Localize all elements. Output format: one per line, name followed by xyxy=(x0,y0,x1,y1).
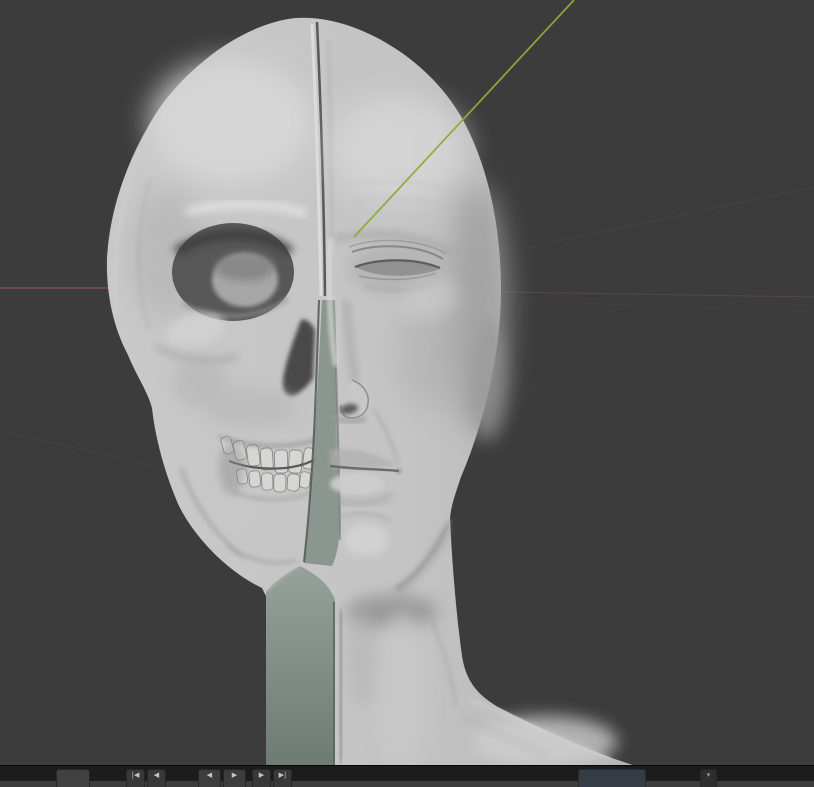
viewport-3d[interactable] xyxy=(0,0,814,765)
play-button[interactable]: ▶ xyxy=(223,769,246,787)
timeline-header: |◀ ◀ ◀ ▶ ▶ ▶| ▾ xyxy=(0,765,814,787)
previous-keyframe-button[interactable]: ◀ xyxy=(147,769,166,787)
next-keyframe-button[interactable]: ▶ xyxy=(252,769,271,787)
playback-group-end: ▶ ▶| xyxy=(252,769,292,787)
play-reverse-button[interactable]: ◀ xyxy=(198,769,221,787)
editor-type-button[interactable] xyxy=(56,769,90,787)
skull-eye-socket xyxy=(172,223,295,321)
frame-number-field[interactable] xyxy=(578,769,646,787)
playback-group-play: ◀ ▶ xyxy=(198,769,246,787)
cut-plane-slab xyxy=(265,565,343,765)
jump-to-end-button[interactable]: ▶| xyxy=(273,769,292,787)
jump-to-start-button[interactable]: |◀ xyxy=(126,769,145,787)
filter-dropdown-icon[interactable]: ▾ xyxy=(700,769,717,787)
playback-group-start: |◀ ◀ xyxy=(126,769,166,787)
